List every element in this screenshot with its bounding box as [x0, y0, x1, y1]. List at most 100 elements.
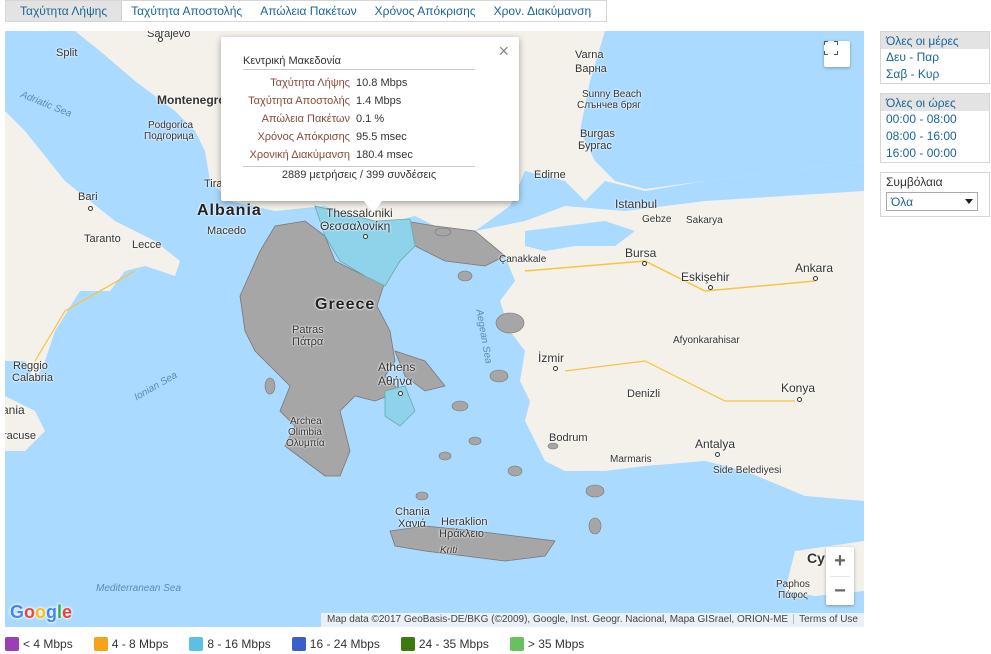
city-label: Bari [78, 191, 98, 203]
city-label: Бургас [578, 140, 612, 152]
city-label: Paphos [776, 579, 810, 590]
city-label: Antalya [695, 437, 736, 451]
city-label: Çanakkale [499, 254, 547, 265]
city-label: Archea [290, 416, 322, 427]
popup-row: Ταχύτητα Αποστολής 1.4 Mbps [243, 92, 497, 110]
legend-item: 4 - 8 Mbps [93, 637, 169, 651]
city-label: İzmir [538, 351, 564, 365]
city-label: Θεσσαλονίκη [320, 219, 391, 233]
city-label: Athens [378, 360, 416, 374]
city-label: Afyonkarahisar [673, 335, 740, 346]
zoom-in-button[interactable]: + [826, 547, 854, 576]
city-label: Thessaloniki [326, 206, 393, 220]
city-marker [813, 276, 818, 281]
popup-footer: 2889 μετρήσεις / 399 συνδέσεις [243, 166, 475, 181]
popup-row-label: Χρονική Διακύμανση [249, 149, 351, 161]
city-label: Слънчев бряг [577, 100, 641, 111]
legend-swatch [189, 637, 204, 651]
hours-filter-16-00[interactable]: 16:00 - 00:00 [881, 145, 989, 162]
terms-of-use-link[interactable]: Terms of Use [799, 614, 858, 625]
tab-jitter[interactable]: Χρον. Διακύμανση [485, 1, 601, 21]
city-marker [553, 366, 558, 371]
popup-pointer [364, 201, 382, 213]
island [451, 400, 469, 412]
legend-swatch [5, 637, 19, 651]
fullscreen-icon [824, 41, 838, 55]
days-filter-weekend[interactable]: Σαβ - Κυρ [881, 66, 989, 83]
legend-label: 24 - 35 Mbps [418, 637, 489, 651]
contracts-label: Συμβόλαια [881, 173, 989, 190]
map-canvas[interactable]: Split Sarajevo Varna Варна Adriatic Sea … [5, 31, 864, 627]
popup-row-value: 0.1 % [356, 113, 385, 125]
contracts-select[interactable]: Όλα [886, 192, 978, 211]
city-label: Ankara [795, 261, 834, 275]
close-icon[interactable]: × [498, 42, 509, 60]
tab-download-speed[interactable]: Ταχύτητα Λήψης [6, 1, 123, 21]
city-marker [708, 285, 713, 290]
fullscreen-button[interactable] [824, 41, 850, 67]
city-label: Αθήνα [378, 374, 413, 388]
island [264, 377, 276, 395]
city-label: Варна [575, 63, 607, 75]
city-marker [715, 452, 720, 457]
days-filter-weekdays[interactable]: Δευ - Παρ [881, 49, 989, 66]
city-label: Ηράκλειο [439, 528, 485, 540]
city-label: Tira [204, 178, 223, 190]
legend-swatch [291, 637, 306, 651]
legend-item: 8 - 16 Mbps [189, 637, 271, 651]
popup-row-label: Απώλεια Πακέτων [261, 113, 350, 125]
google-logo[interactable]: Google [10, 602, 72, 623]
contracts-selected-value: Όλα [891, 194, 914, 209]
city-label: Heraklion [441, 516, 488, 528]
island [468, 436, 482, 446]
tab-response-time[interactable]: Χρόνος Απόκρισης [366, 1, 485, 21]
hours-filter-08-16[interactable]: 08:00 - 16:00 [881, 128, 989, 145]
city-marker [363, 234, 368, 239]
hours-filter-panel: Όλες οι ώρες 00:00 - 08:00 08:00 - 16:00… [880, 93, 990, 163]
city-label: Sakarya [686, 215, 723, 226]
city-label: Split [56, 47, 78, 59]
country-label: Cy [807, 550, 825, 566]
island [588, 517, 602, 535]
legend-item: > 35 Mbps [509, 637, 584, 651]
tab-packet-loss[interactable]: Απώλεια Πακέτων [251, 1, 365, 21]
city-marker [88, 206, 93, 211]
legend-label: 8 - 16 Mbps [207, 637, 271, 651]
days-filter-all[interactable]: Όλες οι μέρες [881, 32, 989, 49]
popup-row: Χρονική Διακύμανση 180.4 msec [243, 146, 497, 164]
city-label: Bursa [625, 246, 657, 260]
city-label: Konya [781, 381, 816, 395]
tab-upload-speed[interactable]: Ταχύτητα Αποστολής [122, 1, 251, 21]
contracts-filter-panel: Συμβόλαια Όλα [880, 172, 990, 217]
city-marker [398, 391, 403, 396]
legend-item: 16 - 24 Mbps [291, 637, 380, 651]
attribution-text: Map data ©2017 GeoBasis-DE/BKG (©2009), … [327, 614, 789, 625]
legend-label: 16 - 24 Mbps [309, 637, 380, 651]
country-label: Macedo [207, 225, 247, 237]
city-label: Podgorica [148, 120, 194, 131]
legend-label: 4 - 8 Mbps [111, 637, 169, 651]
metric-tabs: Ταχύτητα Λήψης Ταχύτητα Αποστολής Απώλει… [5, 0, 607, 22]
zoom-out-button[interactable]: − [826, 577, 854, 606]
region-label: Kriti [440, 545, 458, 556]
legend-swatch [400, 637, 415, 651]
city-label: Edirne [534, 169, 566, 181]
city-label: Bodrum [549, 432, 588, 444]
city-label: Sarajevo [147, 31, 191, 40]
legend-swatch [509, 637, 524, 651]
island [415, 491, 429, 501]
legend-item: 24 - 35 Mbps [400, 637, 489, 651]
legend-swatch [93, 637, 108, 651]
popup-row-label: Ταχύτητα Λήψης [270, 77, 350, 89]
city-label: Πάτρα [292, 336, 324, 348]
island [438, 451, 452, 461]
popup-row-value: 95.5 msec [356, 131, 407, 143]
hours-filter-all[interactable]: Όλες οι ώρες [881, 94, 989, 111]
island [434, 227, 452, 237]
popup-row-label: Χρόνος Απόκρισης [257, 131, 350, 143]
country-label: Greece [315, 296, 376, 313]
city-label: Patras [292, 324, 324, 336]
hours-filter-00-08[interactable]: 00:00 - 08:00 [881, 111, 989, 128]
city-label: Istanbul [615, 197, 658, 211]
popup-row-value: 180.4 msec [356, 149, 413, 161]
